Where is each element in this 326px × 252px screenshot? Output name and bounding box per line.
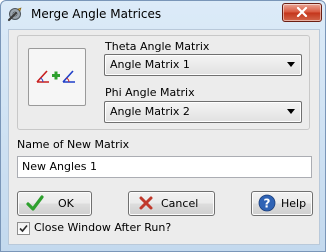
chevron-down-icon bbox=[287, 109, 295, 114]
ok-label: OK bbox=[58, 197, 74, 210]
x-icon bbox=[137, 194, 155, 215]
cancel-button[interactable]: Cancel bbox=[128, 191, 215, 216]
angle-merge-icon bbox=[36, 70, 75, 83]
theta-label: Theta Angle Matrix bbox=[105, 40, 210, 53]
checkmark-icon bbox=[19, 224, 28, 233]
help-button[interactable]: ? Help bbox=[251, 191, 313, 216]
dialog-window: Merge Angle Matrices Theta Angle Matrix bbox=[0, 0, 326, 252]
svg-text:?: ? bbox=[264, 197, 271, 211]
theta-selected-value: Angle Matrix 1 bbox=[110, 58, 190, 71]
matrix-selection-group: Theta Angle Matrix Angle Matrix 1 Phi An… bbox=[17, 35, 310, 130]
new-matrix-input[interactable] bbox=[18, 157, 309, 175]
title-bar[interactable]: Merge Angle Matrices bbox=[1, 1, 325, 29]
close-button[interactable] bbox=[282, 3, 322, 22]
close-after-run-label: Close Window After Run? bbox=[34, 221, 172, 234]
new-matrix-label: Name of New Matrix bbox=[17, 138, 130, 151]
window-title: Merge Angle Matrices bbox=[31, 7, 162, 21]
new-matrix-field[interactable] bbox=[17, 156, 312, 178]
dialog-body: Theta Angle Matrix Angle Matrix 1 Phi An… bbox=[8, 29, 320, 245]
close-after-run-checkbox[interactable] bbox=[17, 222, 30, 235]
phi-select[interactable]: Angle Matrix 2 bbox=[104, 101, 302, 123]
wrench-gear-icon bbox=[7, 6, 23, 22]
question-icon: ? bbox=[258, 194, 276, 215]
merge-icon-box bbox=[28, 48, 86, 106]
check-icon bbox=[26, 194, 44, 215]
chevron-down-icon bbox=[287, 62, 295, 67]
close-icon bbox=[296, 7, 308, 17]
theta-select[interactable]: Angle Matrix 1 bbox=[104, 54, 302, 76]
phi-label: Phi Angle Matrix bbox=[105, 86, 195, 99]
phi-selected-value: Angle Matrix 2 bbox=[110, 105, 190, 118]
ok-button[interactable]: OK bbox=[17, 191, 92, 216]
help-label: Help bbox=[281, 197, 307, 210]
cancel-label: Cancel bbox=[161, 197, 199, 210]
